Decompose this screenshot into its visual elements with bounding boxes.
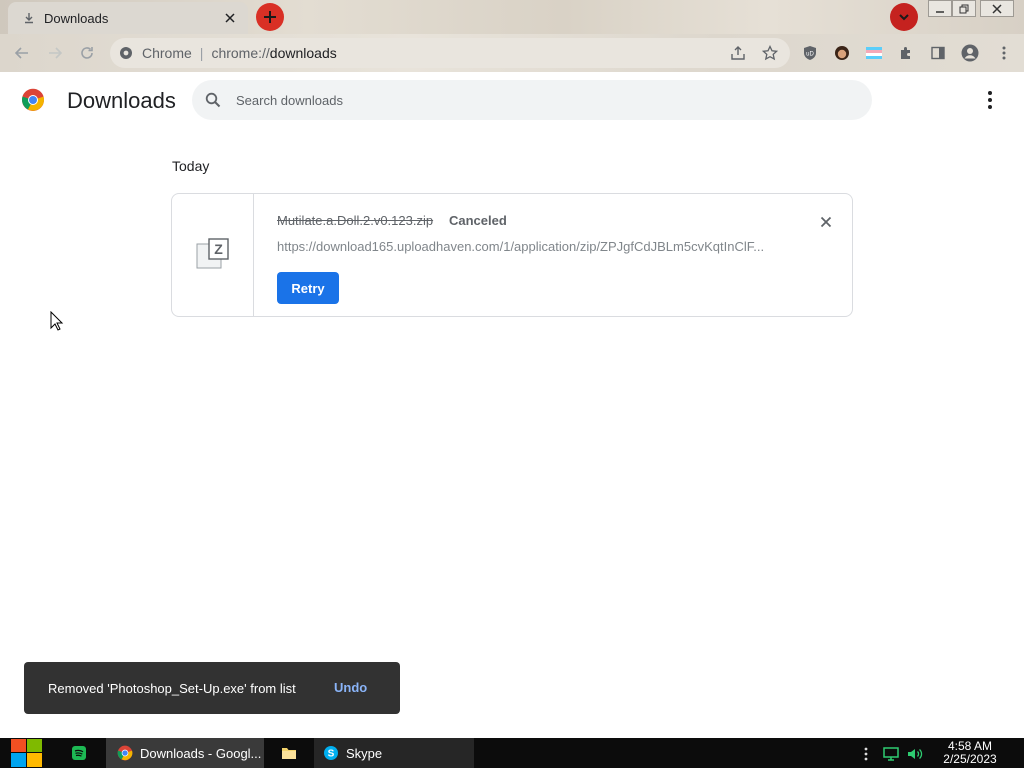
ublock-shield-icon: uD <box>804 46 816 60</box>
chrome-icon <box>116 744 134 762</box>
extensions-button[interactable] <box>896 43 916 63</box>
taskbar-skype-label: Skype <box>346 745 383 761</box>
minimize-icon <box>936 10 944 13</box>
forward-button[interactable] <box>44 44 66 62</box>
profile-button[interactable] <box>960 43 980 63</box>
taskbar-file-explorer-app[interactable] <box>280 738 300 768</box>
remove-from-list-button[interactable] <box>816 212 836 232</box>
address-bar[interactable]: Chrome | chrome://downloads <box>110 38 790 68</box>
zip-file-icon: Z <box>196 238 229 269</box>
taskbar-chrome-label: Downloads - Googl... <box>140 745 262 761</box>
chrome-logo-icon <box>22 88 44 111</box>
close-window-button[interactable] <box>980 0 1014 17</box>
more-vertical-icon <box>1002 46 1006 60</box>
face-extension-icon <box>835 46 849 60</box>
tab-downloads[interactable]: Downloads <box>8 2 248 34</box>
windows-start-icon[interactable] <box>8 738 44 768</box>
reload-icon <box>81 47 93 59</box>
taskbar-clock[interactable]: 4:58 AM 2/25/2023 <box>936 740 1004 766</box>
share-icon <box>731 46 745 60</box>
new-tab-button[interactable] <box>256 3 284 31</box>
star-icon <box>762 45 778 61</box>
download-icon <box>22 11 36 25</box>
close-icon <box>820 216 832 228</box>
extension-avatar-button[interactable] <box>832 43 852 63</box>
back-button[interactable] <box>11 44 33 62</box>
more-vertical-icon <box>988 91 992 95</box>
browser-menu-button[interactable] <box>994 43 1014 63</box>
svg-text:S: S <box>328 749 335 760</box>
download-filename[interactable]: Mutilate.a.Doll.2.v0.123.zip <box>277 213 433 228</box>
search-input[interactable] <box>236 92 836 108</box>
mouse-cursor-icon <box>50 311 64 331</box>
omnibox-separator: | <box>199 45 204 61</box>
taskbar-spotify-app[interactable] <box>70 738 92 768</box>
skype-icon: S <box>322 744 340 762</box>
download-status: Canceled <box>449 213 507 228</box>
downloads-header: Downloads <box>0 72 1024 128</box>
downloads-menu-button[interactable] <box>980 90 1000 110</box>
close-icon <box>992 3 1002 14</box>
profile-icon <box>961 44 979 62</box>
network-icon <box>883 747 899 761</box>
flag-extension-icon <box>866 47 882 59</box>
download-icon-column: Z <box>172 194 254 316</box>
share-button[interactable] <box>728 43 748 63</box>
site-name: Chrome <box>142 45 192 61</box>
windows-taskbar: Downloads - Googl... S Skype 4:58 AM 2/2… <box>0 738 1024 768</box>
arrow-left-icon <box>14 47 28 59</box>
url-host: downloads <box>269 45 337 61</box>
tab-close-icon[interactable] <box>222 10 238 26</box>
download-item: Z Mutilate.a.Doll.2.v0.123.zip Canceled … <box>171 193 853 317</box>
taskbar-skype-app[interactable]: S Skype <box>314 738 474 768</box>
minimize-window-button[interactable] <box>928 0 952 17</box>
removed-toast: Removed 'Photoshop_Set-Up.exe' from list… <box>24 662 400 714</box>
chrome-site-icon <box>118 45 134 61</box>
extension-flag-button[interactable] <box>864 43 884 63</box>
taskbar-chrome-app[interactable]: Downloads - Googl... <box>106 738 264 768</box>
spotify-icon <box>70 744 88 762</box>
tab-strip: Downloads <box>0 0 1024 34</box>
search-downloads-box[interactable] <box>192 80 872 120</box>
download-url[interactable]: https://download165.uploadhaven.com/1/ap… <box>277 239 797 254</box>
search-icon <box>204 91 222 109</box>
tab-title: Downloads <box>44 10 109 26</box>
restore-icon <box>959 4 969 13</box>
chevron-down-icon <box>899 14 909 21</box>
url-prefix: chrome:// <box>211 45 270 61</box>
arrow-right-icon <box>49 47 63 59</box>
ublock-extension-button[interactable]: uD <box>800 43 820 63</box>
retry-button[interactable]: Retry <box>277 272 339 304</box>
puzzle-icon <box>901 47 910 59</box>
tray-volume-button[interactable] <box>906 745 924 763</box>
svg-text:Z: Z <box>214 241 223 257</box>
svg-text:uD: uD <box>806 52 814 58</box>
tray-overflow-button[interactable] <box>862 745 870 763</box>
side-panel-icon <box>931 46 945 60</box>
tray-network-button[interactable] <box>882 745 900 763</box>
reload-button[interactable] <box>76 44 98 62</box>
more-vertical-icon <box>864 747 868 761</box>
undo-button[interactable]: Undo <box>334 680 367 695</box>
plus-icon <box>264 11 276 23</box>
url-text: chrome://downloads <box>211 45 336 61</box>
page-title: Downloads <box>67 88 176 113</box>
date-section-label: Today <box>172 158 210 174</box>
tab-search-button[interactable] <box>890 3 918 31</box>
bookmark-button[interactable] <box>760 43 780 63</box>
side-panel-button[interactable] <box>928 43 948 63</box>
toast-message: Removed 'Photoshop_Set-Up.exe' from list <box>48 680 296 696</box>
folder-icon <box>280 744 298 762</box>
restore-window-button[interactable] <box>952 0 976 17</box>
clock-date: 2/25/2023 <box>943 752 997 766</box>
volume-icon <box>908 749 923 759</box>
